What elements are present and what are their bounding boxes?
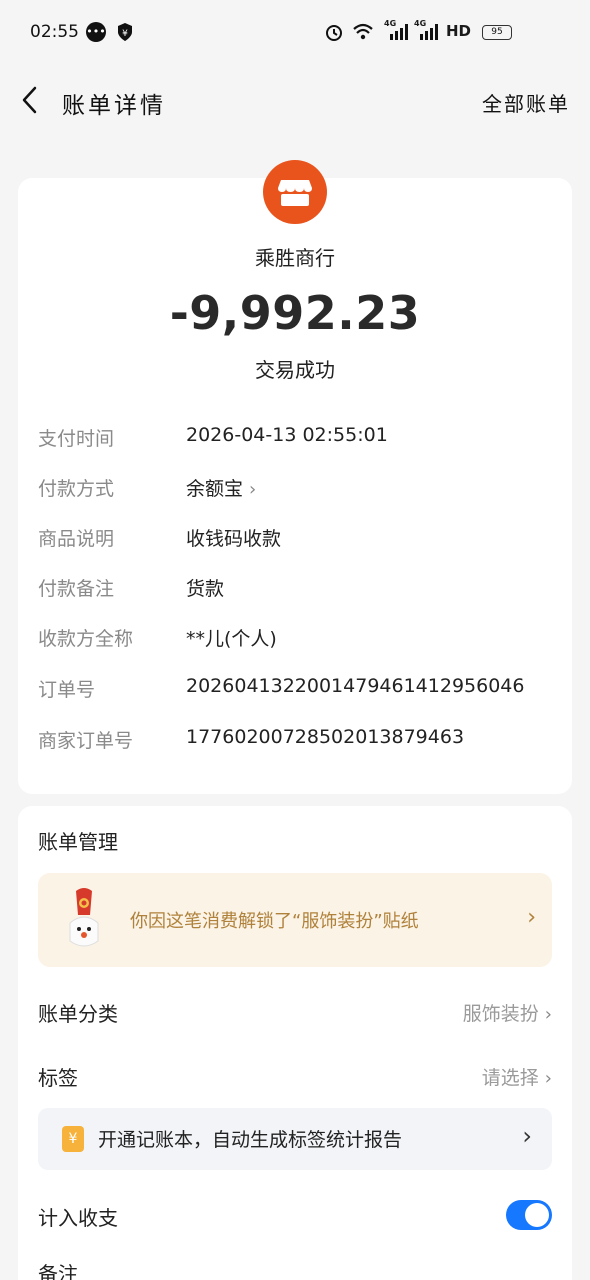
category-value: 服饰装扮 › — [463, 999, 552, 1026]
sticker-icon — [60, 885, 108, 957]
category-row[interactable]: 账单分类 服饰装扮 › — [38, 996, 552, 1030]
signal-icon-1: 4G — [384, 19, 410, 42]
status-bar: 02:55 ••• ¥ 4G 4G HD 95 — [0, 0, 590, 66]
chevron-right-icon: › — [544, 1004, 552, 1025]
transaction-status: 交易成功 — [255, 358, 335, 382]
toggle-knob — [525, 1203, 549, 1227]
chevron-right-icon: › — [249, 479, 257, 500]
all-bills-link[interactable]: 全部账单 — [482, 88, 570, 117]
detail-label: 付款方式 — [38, 478, 115, 500]
detail-row-payee: 收款方全称 **儿(个人) — [38, 624, 558, 654]
back-arrow-icon[interactable] — [16, 84, 44, 116]
sticker-unlock-banner[interactable]: 你因这笔消费解锁了“服饰装扮”贴纸 › — [38, 873, 552, 967]
network-label-2: 4G — [414, 19, 427, 28]
nav-bar: 账单详情 全部账单 — [0, 70, 590, 130]
detail-row-product: 商品说明 收钱码收款 — [38, 524, 558, 554]
signal-icon-2: 4G — [414, 19, 440, 42]
category-text: 服饰装扮 — [462, 1003, 539, 1025]
tag-text: 请选择 — [481, 1067, 539, 1089]
ledger-icon: ¥ — [62, 1126, 84, 1152]
detail-row-pay-time: 支付时间 2026-04-13 02:55:01 — [38, 424, 558, 454]
income-row: 计入收支 — [38, 1200, 552, 1234]
detail-row-order-id: 订单号 2026041322001479461412956046 — [38, 675, 558, 705]
tag-row[interactable]: 标签 请选择 › — [38, 1060, 552, 1094]
wifi-icon — [352, 22, 374, 42]
detail-value[interactable]: 2026041322001479461412956046 — [186, 675, 524, 697]
detail-row-pay-method[interactable]: 付款方式 余额宝 › — [38, 474, 558, 504]
ledger-text: 开通记账本，自动生成标签统计报告 — [98, 1129, 403, 1151]
shop-icon — [263, 160, 327, 224]
note-label: 备注 — [38, 1262, 78, 1280]
detail-label: 商家订单号 — [38, 730, 134, 752]
sticker-text: 你因这笔消费解锁了“服饰装扮”贴纸 — [130, 911, 419, 932]
transaction-card: 乘胜商行 -9,992.23 交易成功 支付时间 2026-04-13 02:5… — [18, 160, 572, 794]
note-row[interactable]: 备注 — [38, 1256, 552, 1280]
detail-value: **儿(个人) — [186, 628, 277, 650]
status-time: 02:55 — [30, 22, 79, 42]
detail-label: 收款方全称 — [38, 628, 134, 650]
chevron-right-icon: › — [527, 905, 536, 930]
page-title: 账单详情 — [62, 93, 166, 119]
tag-label: 标签 — [38, 1066, 78, 1090]
pay-method-text: 余额宝 — [186, 478, 244, 500]
detail-value[interactable]: 17760200728502013879463 — [186, 726, 464, 748]
shield-icon: ¥ — [116, 22, 134, 42]
battery-icon: 95 — [482, 25, 512, 40]
detail-value: 收钱码收款 — [186, 528, 282, 550]
hd-label: HD — [446, 22, 472, 40]
detail-label: 支付时间 — [38, 428, 115, 450]
bill-management-card: 账单管理 你因这笔消费解锁了“服饰装扮”贴纸 › 账单分类 服饰装扮 › 标签 请… — [18, 806, 572, 1280]
detail-value: 2026-04-13 02:55:01 — [186, 424, 388, 446]
income-toggle[interactable] — [506, 1200, 552, 1230]
detail-label: 商品说明 — [38, 528, 115, 550]
detail-label: 订单号 — [38, 679, 96, 701]
transaction-amount: -9,992.23 — [169, 286, 421, 340]
detail-row-remark: 付款备注 货款 — [38, 574, 558, 604]
category-label: 账单分类 — [38, 1002, 118, 1026]
svg-text:¥: ¥ — [122, 29, 128, 39]
network-label-1: 4G — [384, 19, 397, 28]
section-title: 账单管理 — [38, 830, 118, 854]
merchant-name: 乘胜商行 — [255, 246, 335, 270]
chevron-right-icon: › — [522, 1122, 532, 1150]
ledger-promo-banner[interactable]: ¥ 开通记账本，自动生成标签统计报告 › — [38, 1108, 552, 1170]
chevron-right-icon: › — [544, 1068, 552, 1089]
detail-value-pay-method[interactable]: 余额宝 › — [186, 474, 256, 501]
detail-value: 货款 — [186, 578, 225, 600]
alarm-icon — [324, 22, 344, 42]
message-icon: ••• — [86, 22, 106, 42]
tag-value: 请选择 › — [482, 1063, 552, 1090]
income-label: 计入收支 — [38, 1206, 118, 1230]
detail-row-merchant-order-id: 商家订单号 17760200728502013879463 — [38, 726, 558, 756]
detail-label: 付款备注 — [38, 578, 115, 600]
